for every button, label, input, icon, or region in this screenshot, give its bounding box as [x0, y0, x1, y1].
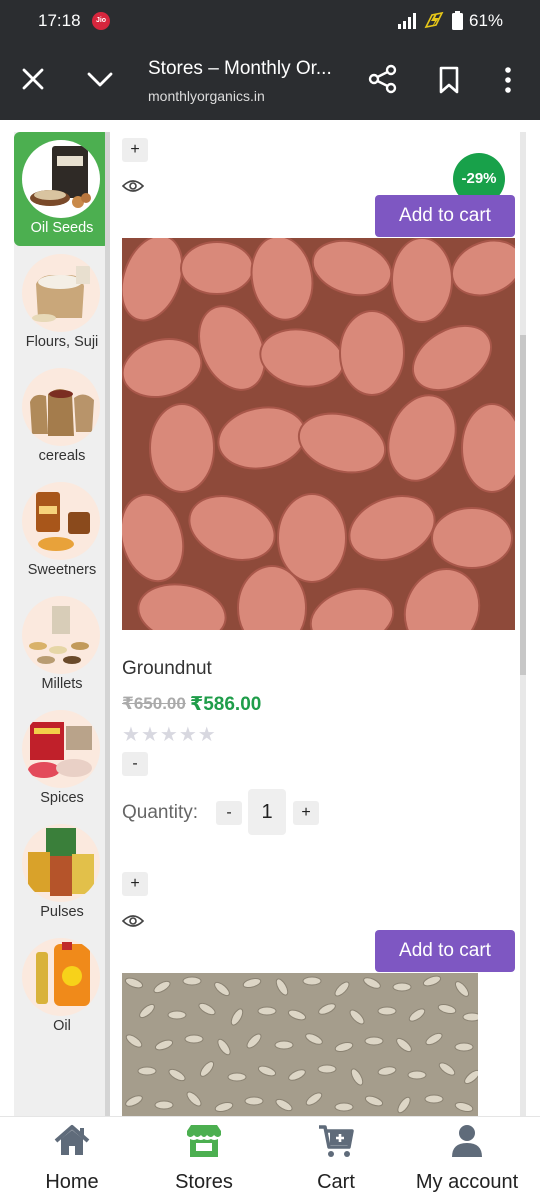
status-time: 17:18: [38, 11, 81, 30]
category-spices[interactable]: Spices: [14, 702, 105, 816]
star-icon: ★: [122, 724, 141, 746]
battery-icon: [452, 11, 463, 30]
quantity-label: Quantity:: [122, 802, 199, 823]
spices-thumbnail: [22, 710, 100, 788]
nav-home[interactable]: Home: [22, 1117, 122, 1201]
page-title: Stores – Monthly Or...: [148, 58, 332, 79]
star-icon: ★: [197, 724, 217, 746]
category-label: cereals: [38, 448, 86, 464]
home-icon: [54, 1125, 90, 1155]
charging-icon: [424, 11, 444, 29]
oil-seeds-thumbnail: [22, 140, 100, 218]
cereals-thumbnail: [22, 368, 100, 446]
nav-cart[interactable]: Cart: [286, 1117, 386, 1201]
pulses-thumbnail: [22, 824, 100, 902]
page-url[interactable]: monthlyorganics.in: [148, 88, 265, 104]
carrier-badge: Jio: [92, 12, 110, 30]
category-cereals[interactable]: cereals: [14, 360, 105, 474]
nav-label: My account: [415, 1171, 519, 1193]
expand-button[interactable]: +: [122, 872, 148, 896]
nav-my-account[interactable]: My account: [402, 1117, 532, 1201]
category-label: Pulses: [40, 904, 84, 920]
account-icon: [452, 1125, 482, 1157]
category-pulses[interactable]: Pulses: [14, 816, 105, 930]
product-name[interactable]: Groundnut: [122, 658, 212, 680]
oil-thumbnail: [22, 938, 100, 1016]
category-label: Oil: [53, 1018, 71, 1034]
sweetners-thumbnail: [22, 482, 100, 560]
more-options-icon[interactable]: [498, 66, 518, 94]
nav-stores[interactable]: Stores: [154, 1117, 254, 1201]
category-oil-seeds[interactable]: Oil Seeds: [14, 132, 105, 246]
star-icon: ★: [159, 724, 179, 746]
expand-button[interactable]: +: [122, 138, 148, 162]
category-label: Oil Seeds: [30, 220, 94, 236]
category-label: Flours, Suji: [25, 334, 99, 350]
eye-icon[interactable]: [122, 178, 144, 194]
star-icon: ★: [178, 724, 198, 746]
seeds-image[interactable]: [122, 973, 478, 1116]
flours-thumbnail: [22, 254, 100, 332]
category-label: Sweetners: [27, 562, 97, 578]
browser-toolbar: Stores – Monthly Or... monthlyorganics.i…: [0, 42, 540, 120]
nav-label: Cart: [317, 1171, 355, 1193]
millets-thumbnail: [22, 596, 100, 674]
category-oil[interactable]: Oil: [14, 930, 105, 1044]
nav-label: Home: [45, 1171, 99, 1193]
scrollbar-thumb[interactable]: [520, 335, 526, 675]
battery-percent: 61%: [469, 11, 504, 30]
collapse-button[interactable]: -: [122, 752, 148, 776]
eye-icon[interactable]: [122, 913, 144, 929]
quantity-decrease-button[interactable]: -: [216, 801, 242, 825]
category-flours-suji[interactable]: Flours, Suji: [14, 246, 105, 360]
category-label: Spices: [40, 790, 84, 806]
chevron-down-icon[interactable]: [86, 68, 114, 90]
groundnut-image[interactable]: [122, 238, 515, 630]
bookmark-icon[interactable]: [437, 66, 461, 94]
category-sidebar: Oil Seeds Flours, Suji cereals Sweetners…: [14, 132, 110, 1116]
cart-icon: [319, 1125, 354, 1157]
original-price: ₹650.00: [122, 694, 186, 713]
category-millets[interactable]: Millets: [14, 588, 105, 702]
signal-icon: [398, 13, 416, 29]
close-icon[interactable]: [20, 66, 46, 92]
quantity-input[interactable]: 1: [248, 789, 286, 835]
category-label: Millets: [41, 676, 83, 692]
status-bar: 17:18 Jio 61%: [0, 0, 540, 42]
sale-price: ₹586.00: [190, 694, 262, 715]
add-to-cart-button[interactable]: Add to cart: [375, 195, 515, 237]
store-icon: [187, 1125, 221, 1157]
rating-stars: ★★★★★: [122, 722, 217, 747]
add-to-cart-button[interactable]: Add to cart: [375, 930, 515, 972]
bottom-navigation: Home Stores Cart My account: [0, 1116, 540, 1200]
quantity-increase-button[interactable]: +: [293, 801, 319, 825]
category-sweetners[interactable]: Sweetners: [14, 474, 105, 588]
nav-label: Stores: [175, 1171, 233, 1193]
share-icon[interactable]: [368, 64, 398, 94]
star-icon: ★: [140, 724, 160, 746]
product-list: + -29% Add to cart Groundnut ₹650.00 ₹58…: [116, 132, 526, 1116]
